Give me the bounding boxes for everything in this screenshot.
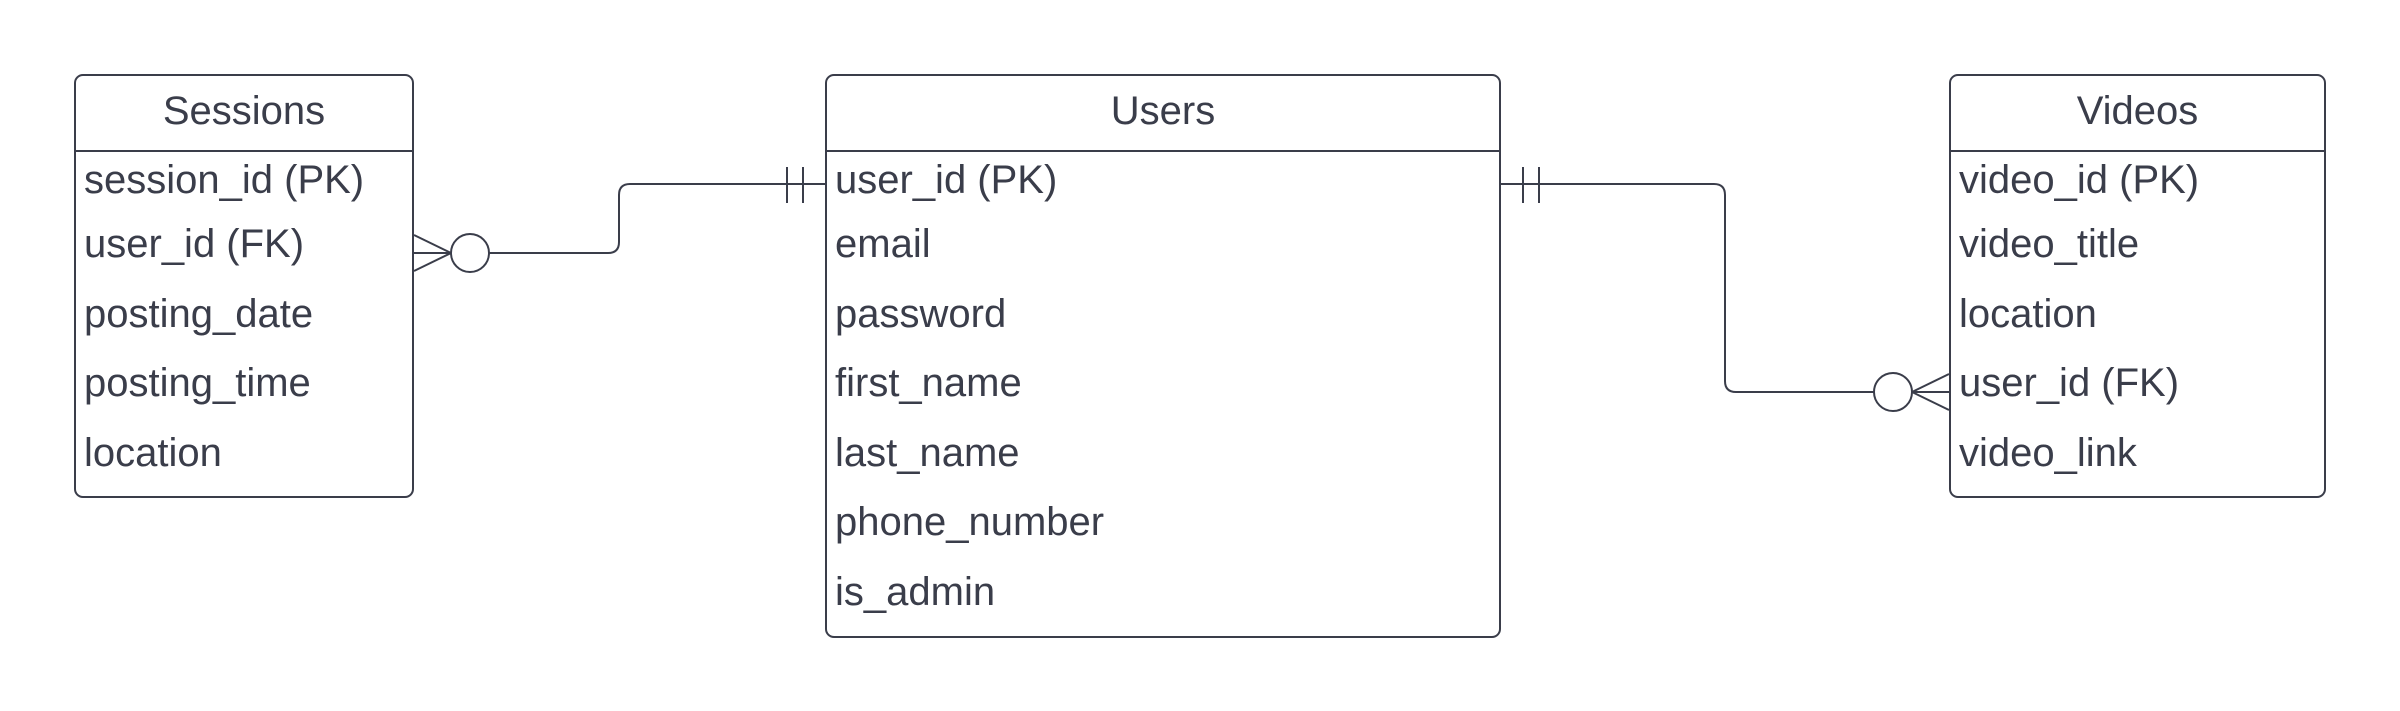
attribute-row: user_id (FK)	[1959, 361, 2180, 405]
attribute-row: last_name	[835, 430, 1020, 475]
attribute-row: user_id (PK)	[835, 158, 1058, 202]
zero-optional-mark-videos	[1873, 372, 1913, 412]
relationship-line-users-sessions	[489, 183, 825, 254]
entity-sessions[interactable]: Sessions session_id (PK) user_id (FK) po…	[74, 74, 414, 498]
attribute-row: email	[835, 222, 931, 266]
crowfoot-mark-sessions	[413, 234, 452, 272]
relationship-line-users-videos	[1501, 183, 1874, 393]
attribute-row: phone_number	[835, 500, 1105, 544]
attribute-row: location	[1959, 291, 2097, 336]
entity-videos[interactable]: Videos video_id (PK) video_title locatio…	[1949, 74, 2326, 498]
attribute-row: video_link	[1959, 430, 2137, 475]
entity-users[interactable]: Users user_id (PK) email password first_…	[825, 74, 1501, 638]
entity-title: Videos	[1951, 76, 2324, 152]
entity-title: Users	[827, 76, 1499, 152]
attribute-list: session_id (PK) user_id (FK) posting_dat…	[76, 152, 412, 492]
attribute-row: user_id (FK)	[84, 222, 305, 266]
attribute-row: first_name	[835, 361, 1022, 405]
entity-title: Sessions	[76, 76, 412, 152]
attribute-row: posting_time	[84, 361, 311, 405]
attribute-row: password	[835, 291, 1007, 336]
attribute-row: posting_date	[84, 291, 314, 336]
attribute-list: video_id (PK) video_title location user_…	[1951, 152, 2324, 492]
zero-optional-mark-sessions	[450, 233, 490, 273]
attribute-row: session_id (PK)	[84, 158, 365, 202]
crowfoot-mark-videos	[1911, 373, 1950, 411]
attribute-row: video_title	[1959, 222, 2140, 266]
attribute-row: video_id (PK)	[1959, 158, 2200, 202]
attribute-row: location	[84, 430, 222, 475]
attribute-list: user_id (PK) email password first_name l…	[827, 152, 1499, 631]
attribute-row: is_admin	[835, 569, 996, 614]
